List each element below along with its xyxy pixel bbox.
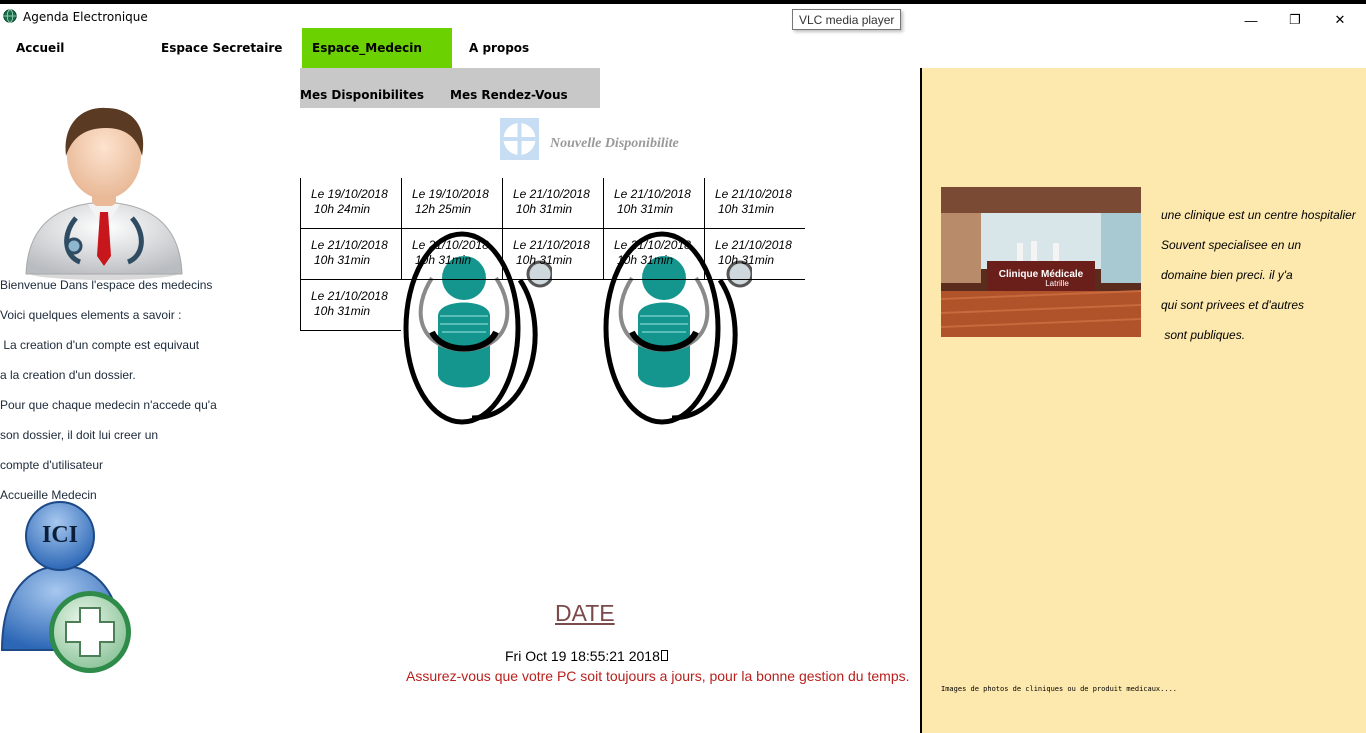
slot-time: 10h 31min bbox=[718, 253, 775, 267]
slot-date: Le 21/10/2018 bbox=[715, 238, 792, 252]
slot-time: 10h 31min bbox=[617, 202, 674, 216]
slot-time: 10h 31min bbox=[314, 253, 371, 267]
slot-date: Le 21/10/2018 bbox=[614, 187, 691, 201]
availability-slot[interactable]: Le 21/10/2018 10h 31min bbox=[704, 178, 805, 229]
availability-slot[interactable]: Le 21/10/2018 10h 31min bbox=[704, 229, 805, 280]
left-text-line: compte d'utilisateur bbox=[0, 458, 104, 472]
clock-value: Fri Oct 19 18:55:21 2018 bbox=[505, 648, 660, 664]
clinic-photo: Clinique Médicale Latrille bbox=[941, 187, 1141, 337]
title-bar[interactable]: Agenda Electronique VLC media player — ❐… bbox=[0, 4, 1366, 30]
slot-date: Le 21/10/2018 bbox=[311, 238, 388, 252]
slot-time: 10h 31min bbox=[617, 253, 674, 267]
menu-espace-secretaire[interactable]: Espace Secretaire bbox=[161, 28, 282, 68]
ici-label: ICI bbox=[41, 522, 78, 548]
window-title: Agenda Electronique bbox=[23, 10, 148, 24]
submenu-bar: Mes Disponibilites Mes Rendez-Vous bbox=[300, 68, 600, 108]
slot-time: 10h 31min bbox=[718, 202, 775, 216]
app-globe-icon bbox=[3, 9, 17, 23]
menu-a-propos[interactable]: A propos bbox=[469, 28, 529, 68]
slot-time: 10h 31min bbox=[516, 202, 573, 216]
left-text-line: a la creation d'un dossier. bbox=[0, 368, 136, 382]
slot-date: Le 19/10/2018 bbox=[412, 187, 489, 201]
app-window: Agenda Electronique VLC media player — ❐… bbox=[0, 0, 1366, 733]
left-text-line: Voici quelques elements a savoir : bbox=[0, 308, 182, 322]
availability-slot[interactable]: Le 21/10/2018 10h 31min bbox=[401, 229, 502, 280]
availability-slot[interactable]: Le 19/10/2018 10h 24min bbox=[300, 178, 401, 229]
date-link[interactable]: DATE bbox=[555, 600, 615, 627]
clock-text: Fri Oct 19 18:55:21 2018 bbox=[505, 648, 668, 664]
minimize-button[interactable]: — bbox=[1228, 8, 1274, 32]
left-text-line: Pour que chaque medecin n'accede qu'a bbox=[0, 398, 217, 412]
slot-time: 10h 31min bbox=[415, 253, 472, 267]
clinic-info-line: Souvent specialisee en un bbox=[1161, 238, 1302, 252]
clinic-sign-line-2: Latrille bbox=[1045, 279, 1069, 288]
slot-time: 12h 25min bbox=[415, 202, 472, 216]
availability-slot[interactable]: Le 21/10/2018 10h 31min bbox=[603, 178, 704, 229]
availability-slot[interactable]: Le 21/10/2018 10h 31min bbox=[502, 178, 603, 229]
availability-slot[interactable]: Le 21/10/2018 10h 31min bbox=[502, 229, 603, 280]
left-text-line: Bienvenue Dans l'espace des medecins bbox=[0, 278, 213, 292]
clinic-info-line: sont publiques. bbox=[1161, 328, 1246, 342]
update-warning: Assurez-vous que votre PC soit toujours … bbox=[406, 668, 910, 684]
add-availability-icon bbox=[500, 118, 539, 160]
slot-date: Le 21/10/2018 bbox=[513, 238, 590, 252]
clinic-info-line: domaine bien preci. il y'a bbox=[1161, 268, 1293, 282]
maximize-button[interactable]: ❐ bbox=[1272, 8, 1318, 32]
slot-date: Le 21/10/2018 bbox=[412, 238, 489, 252]
slot-date: Le 21/10/2018 bbox=[513, 187, 590, 201]
submenu-mes-rendez-vous[interactable]: Mes Rendez-Vous bbox=[450, 88, 568, 102]
clinic-info-line: une clinique est un centre hospitalier bbox=[1161, 208, 1356, 222]
slot-time: 10h 31min bbox=[516, 253, 573, 267]
slot-date: Le 19/10/2018 bbox=[311, 187, 388, 201]
availability-slot[interactable]: Le 21/10/2018 10h 31min bbox=[603, 229, 704, 280]
clock-cursor-box bbox=[660, 650, 668, 661]
vlc-tooltip: VLC media player bbox=[792, 9, 902, 30]
left-text-line: La creation d'un compte est equivaut bbox=[0, 338, 200, 352]
slot-date: Le 21/10/2018 bbox=[311, 289, 388, 303]
submenu-mes-disponibilites[interactable]: Mes Disponibilites bbox=[300, 88, 424, 102]
slot-time: 10h 24min bbox=[314, 202, 371, 216]
availability-slot[interactable]: Le 19/10/2018 12h 25min bbox=[401, 178, 502, 229]
availability-slot[interactable]: Le 21/10/2018 10h 31min bbox=[300, 280, 401, 331]
menu-espace-medecin[interactable]: Espace_Medecin bbox=[302, 28, 452, 68]
slot-date: Le 21/10/2018 bbox=[715, 187, 792, 201]
availability-slot[interactable]: Le 21/10/2018 10h 31min bbox=[300, 229, 401, 280]
info-panel: Clinique Médicale Latrille une clinique … bbox=[920, 68, 1366, 733]
slot-time: 10h 31min bbox=[314, 304, 371, 318]
slot-date: Le 21/10/2018 bbox=[614, 238, 691, 252]
clinic-info-line: qui sont privees et d'autres bbox=[1161, 298, 1305, 312]
photo-caption: Images de photos de cliniques ou de prod… bbox=[941, 685, 1178, 693]
clinic-sign-line-1: Clinique Médicale bbox=[999, 269, 1084, 280]
doctor-avatar-icon bbox=[25, 107, 183, 280]
left-text-line: son dossier, il doit lui creer un bbox=[0, 428, 159, 442]
new-availability-label: Nouvelle Disponibilite bbox=[550, 136, 679, 151]
close-button[interactable]: ✕ bbox=[1317, 8, 1363, 32]
menu-accueil[interactable]: Accueil bbox=[16, 28, 64, 68]
new-availability-button[interactable]: Nouvelle Disponibilite bbox=[500, 118, 679, 160]
